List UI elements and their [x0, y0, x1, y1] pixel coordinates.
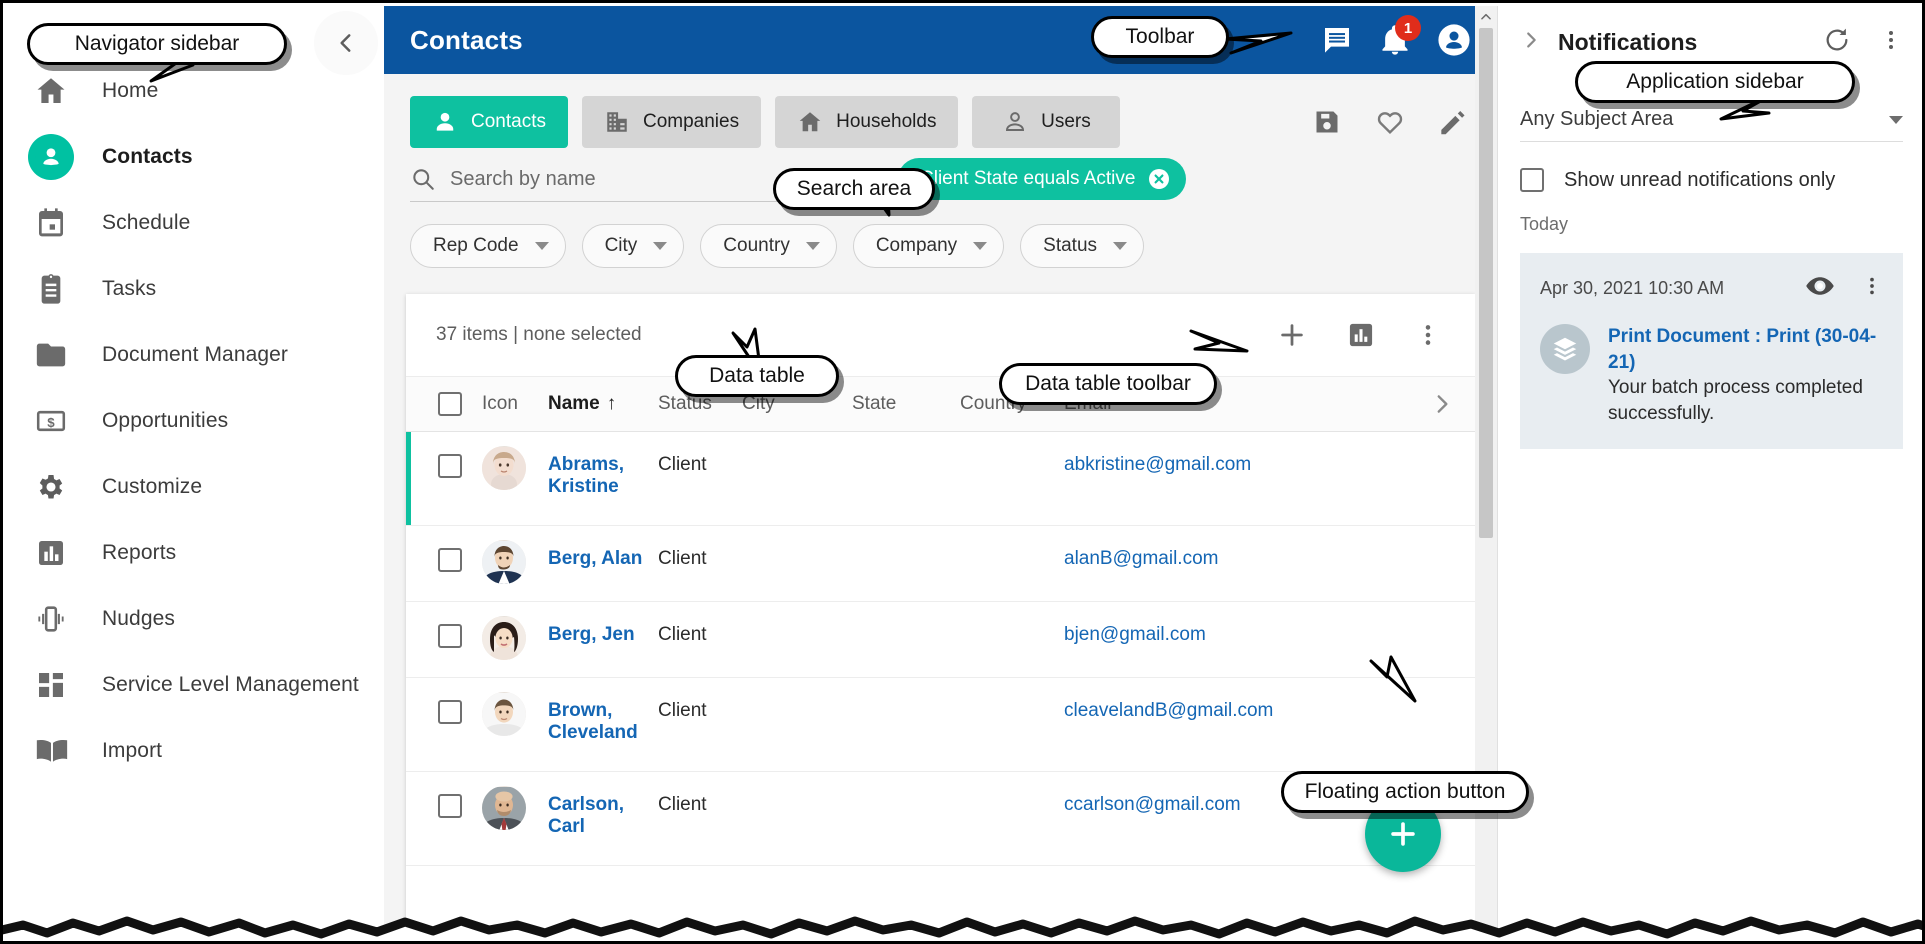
callout-navigator-sidebar: Navigator sidebar: [27, 23, 287, 65]
callout-label: Data table: [709, 364, 805, 388]
callout-search-area: Search area: [773, 168, 935, 210]
callout-label: Search area: [797, 177, 911, 201]
callout-label: Floating action button: [1305, 780, 1506, 804]
callout-data-table-toolbar: Data table toolbar: [999, 363, 1217, 405]
callout-toolbar: Toolbar: [1091, 16, 1229, 58]
callout-label: Navigator sidebar: [75, 32, 240, 56]
callout-label: Application sidebar: [1626, 70, 1803, 94]
callout-data-table: Data table: [675, 355, 839, 397]
callout-label: Data table toolbar: [1025, 372, 1191, 396]
callout-application-sidebar: Application sidebar: [1575, 61, 1855, 103]
callout-tails: [3, 3, 1925, 944]
callout-label: Toolbar: [1126, 25, 1195, 49]
screenshot-root: Home Contacts Schedule Tasks Document Ma: [0, 0, 1925, 944]
callout-floating-action-button: Floating action button: [1281, 771, 1529, 813]
